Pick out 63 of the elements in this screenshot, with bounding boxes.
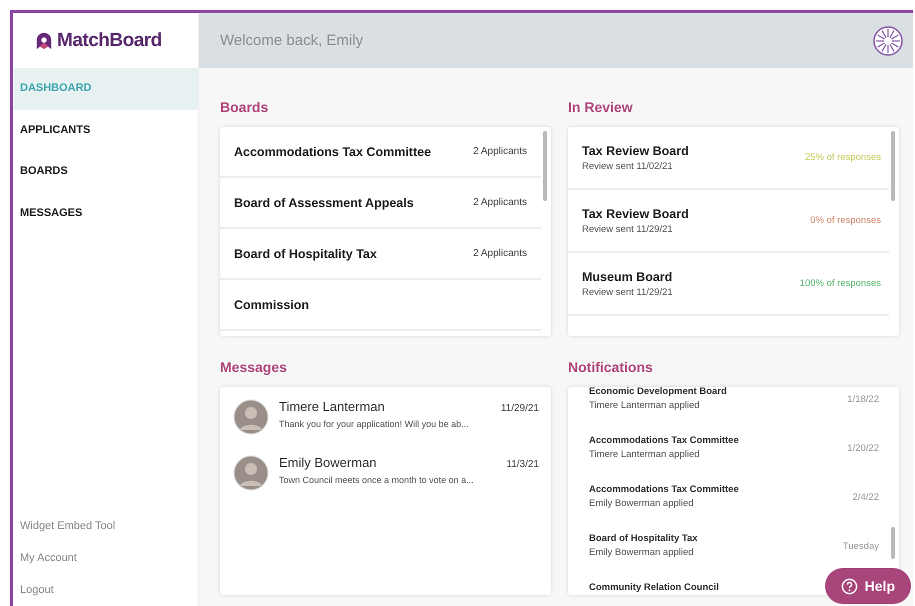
sidebar-item[interactable]: MESSAGES bbox=[13, 192, 198, 234]
board-row[interactable]: Board of Assessment Appeals 2 Applicants bbox=[220, 178, 541, 229]
response-rate: 100% of responses bbox=[800, 278, 881, 289]
section-title: In Review bbox=[568, 99, 634, 115]
scrollbar[interactable] bbox=[891, 527, 895, 559]
notification-board: Board of Hospitality Tax bbox=[589, 533, 698, 544]
review-board-name: Tax Review Board bbox=[582, 206, 689, 220]
applicant-count: 2 Applicants bbox=[473, 248, 527, 259]
message-date: 11/3/21 bbox=[506, 459, 539, 470]
response-rate: 0% of responses bbox=[810, 215, 881, 226]
sidebar-link[interactable]: Widget Embed Tool bbox=[13, 510, 198, 542]
notification-board: Accommodations Tax Committee bbox=[589, 435, 739, 446]
notification-board: Community Relation Council bbox=[589, 582, 719, 593]
avatar-icon[interactable] bbox=[873, 26, 903, 56]
board-name: Board of Hospitality Tax bbox=[234, 246, 377, 260]
board-name: Accommodations Tax Committee bbox=[234, 144, 432, 158]
board-name: Board of Assessment Appeals bbox=[234, 196, 414, 210]
review-board-name: Museum Board bbox=[582, 270, 673, 284]
applicant-count: 2 Applicants bbox=[473, 197, 527, 208]
message-date: 11/29/21 bbox=[500, 403, 539, 414]
section-title: Boards bbox=[220, 99, 270, 115]
notification-date: 1/20/22 bbox=[847, 443, 879, 454]
sidebar-link[interactable]: Logout bbox=[13, 574, 198, 606]
notification-text: Emily Bowerman applied bbox=[589, 498, 695, 509]
notification-date: 1/18/22 bbox=[847, 394, 879, 405]
board-row[interactable]: Commission bbox=[220, 280, 541, 331]
scrollbar[interactable] bbox=[543, 131, 547, 201]
board-name: Commission bbox=[234, 298, 310, 312]
avatar-icon bbox=[233, 399, 269, 435]
message-preview: Thank you for your application! Will you be ab... bbox=[279, 419, 470, 429]
review-sent-date: Review sent 11/29/21 bbox=[582, 286, 673, 298]
notification-board: Accommodations Tax Committee bbox=[589, 484, 739, 495]
sender-name: Timere Lanterman bbox=[279, 399, 385, 414]
question-icon bbox=[840, 578, 858, 594]
section-title: Notifications bbox=[568, 359, 654, 375]
notification-text: Timere Lanterman applied bbox=[589, 449, 701, 460]
help-button[interactable]: Help bbox=[824, 568, 911, 604]
notification-text: Emily Bowerman applied bbox=[589, 547, 695, 558]
notification-board: Economic Development Board bbox=[589, 387, 727, 397]
board-row[interactable]: Accommodations Tax Committee 2 Applicants bbox=[220, 127, 541, 178]
logo-pin-icon bbox=[35, 32, 53, 50]
welcome-text: Welcome back, Emily bbox=[220, 32, 364, 49]
notification-date: Tuesday bbox=[842, 541, 879, 552]
sidebar-item[interactable]: BOARDS bbox=[13, 151, 198, 192]
board-row[interactable]: Board of Hospitality Tax 2 Applicants bbox=[220, 229, 541, 280]
sidebar-item[interactable]: APPLICANTS bbox=[13, 110, 198, 151]
logo-text: MatchBoard bbox=[57, 30, 162, 52]
notification-text: Timere Lanterman applied bbox=[589, 400, 701, 411]
review-sent-date: Review sent 11/29/21 bbox=[582, 224, 674, 234]
sender-name: Emily Bowerman bbox=[279, 455, 377, 470]
section-title: Messages bbox=[220, 359, 288, 375]
review-row[interactable]: Tax Review Board Review sent 11/29/21 0% of responses bbox=[568, 190, 889, 253]
notification-date: 2/4/22 bbox=[852, 492, 879, 503]
message-preview: Town Council meets once a month to vote on a... bbox=[279, 475, 475, 485]
avatar-icon bbox=[233, 455, 269, 491]
sidebar-link[interactable]: My Account bbox=[13, 542, 198, 574]
scrollbar[interactable] bbox=[891, 131, 895, 201]
review-sent-date: Review sent 11/02/21 bbox=[582, 160, 674, 172]
applicant-count: 2 Applicants bbox=[473, 146, 527, 157]
review-board-name: Tax Review Board bbox=[582, 144, 689, 158]
review-row[interactable]: Museum Board Review sent 11/29/21 100% of responses bbox=[568, 253, 889, 316]
review-row[interactable]: Tax Review Board Review sent 11/02/21 25% of responses bbox=[568, 127, 889, 190]
response-rate: 25% of responses bbox=[804, 152, 881, 163]
